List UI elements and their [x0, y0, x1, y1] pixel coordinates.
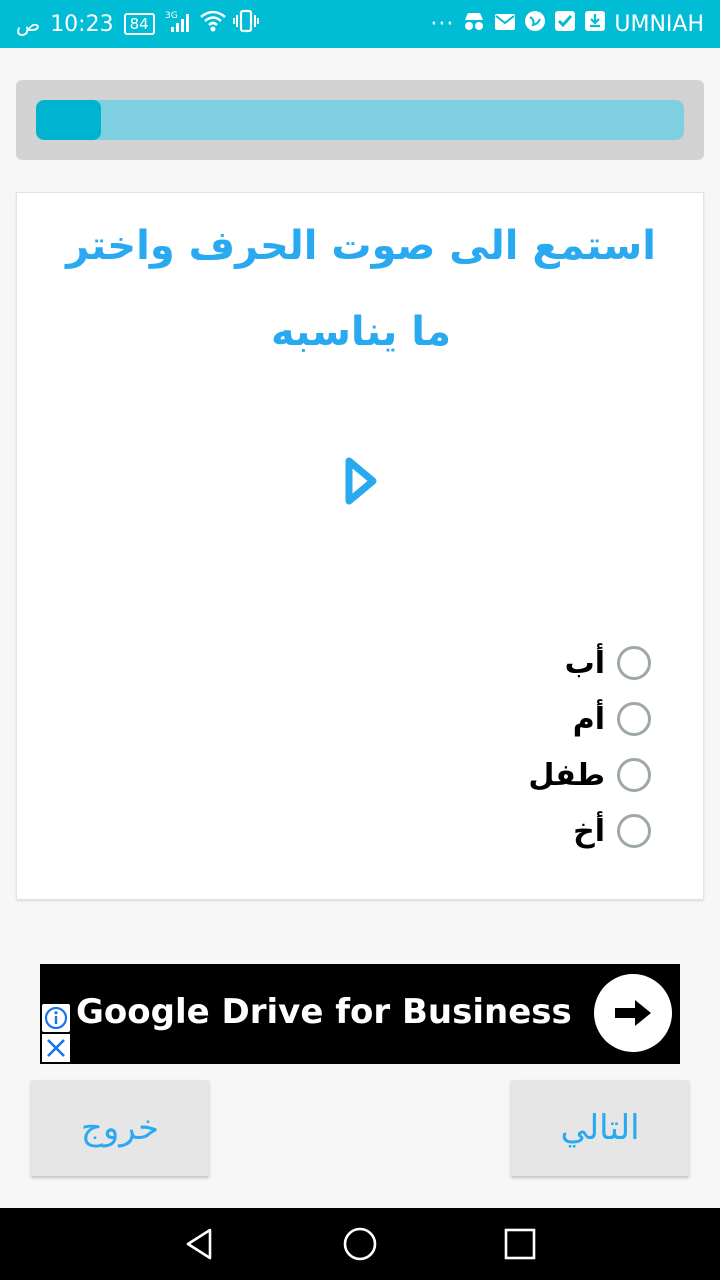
- question-text: استمع الى صوت الحرف واختر ما يناسبه: [66, 223, 656, 355]
- exit-button[interactable]: خروج: [31, 1080, 209, 1176]
- question-card: استمع الى صوت الحرف واختر ما يناسبه أب أ…: [16, 192, 704, 900]
- battery-icon: 84: [123, 13, 155, 35]
- progress-fill: [36, 100, 101, 140]
- home-icon[interactable]: [342, 1226, 378, 1262]
- radio-button[interactable]: [617, 814, 651, 848]
- option-label: أخ: [573, 813, 605, 849]
- status-left: ص 10:23 84 3G: [16, 0, 259, 48]
- option-3[interactable]: طفل: [528, 747, 651, 803]
- vibrate-icon: [232, 9, 259, 39]
- option-4[interactable]: أخ: [528, 803, 651, 859]
- play-icon[interactable]: [341, 453, 381, 509]
- option-2[interactable]: أم: [528, 691, 651, 747]
- exit-button-label: خروج: [80, 1108, 160, 1148]
- option-label: طفل: [528, 757, 605, 793]
- back-icon[interactable]: [182, 1226, 218, 1262]
- arrow-right-icon[interactable]: [594, 974, 672, 1052]
- status-bar: ص 10:23 84 3G ··· UMNIAH: [0, 0, 720, 48]
- navigation-bar: [0, 1208, 720, 1280]
- ampm-label: ص: [16, 12, 41, 36]
- next-button[interactable]: التالي: [511, 1080, 689, 1176]
- answer-options: أب أم طفل أخ: [528, 635, 651, 859]
- mail-icon: [494, 12, 516, 37]
- overflow-dots-icon: ···: [430, 11, 455, 37]
- globe-icon: [524, 10, 546, 38]
- next-button-label: التالي: [560, 1108, 640, 1148]
- ad-banner[interactable]: Google Drive for Business: [40, 964, 680, 1064]
- radio-button[interactable]: [617, 702, 651, 736]
- recents-icon[interactable]: [502, 1226, 538, 1262]
- carrier-label: UMNIAH: [614, 11, 704, 37]
- option-label: أب: [564, 645, 605, 681]
- radio-button[interactable]: [617, 646, 651, 680]
- ad-title[interactable]: Google Drive for Business: [76, 992, 572, 1032]
- network-type: 3G: [165, 11, 178, 21]
- option-1[interactable]: أب: [528, 635, 651, 691]
- info-icon[interactable]: [42, 1004, 70, 1032]
- battery-level: 84: [129, 15, 149, 33]
- close-icon[interactable]: [42, 1034, 70, 1062]
- radio-button[interactable]: [617, 758, 651, 792]
- option-label: أم: [572, 701, 605, 737]
- clock: 10:23: [50, 11, 114, 37]
- checkbox-icon: [554, 10, 576, 38]
- incognito-icon: [462, 10, 486, 38]
- download-box-icon: [584, 10, 606, 38]
- status-right: ··· UMNIAH: [430, 0, 704, 48]
- signal-icon: 3G: [165, 9, 193, 39]
- progress-panel: [16, 80, 704, 160]
- progress-bar: [36, 100, 684, 140]
- wifi-icon: [199, 9, 227, 39]
